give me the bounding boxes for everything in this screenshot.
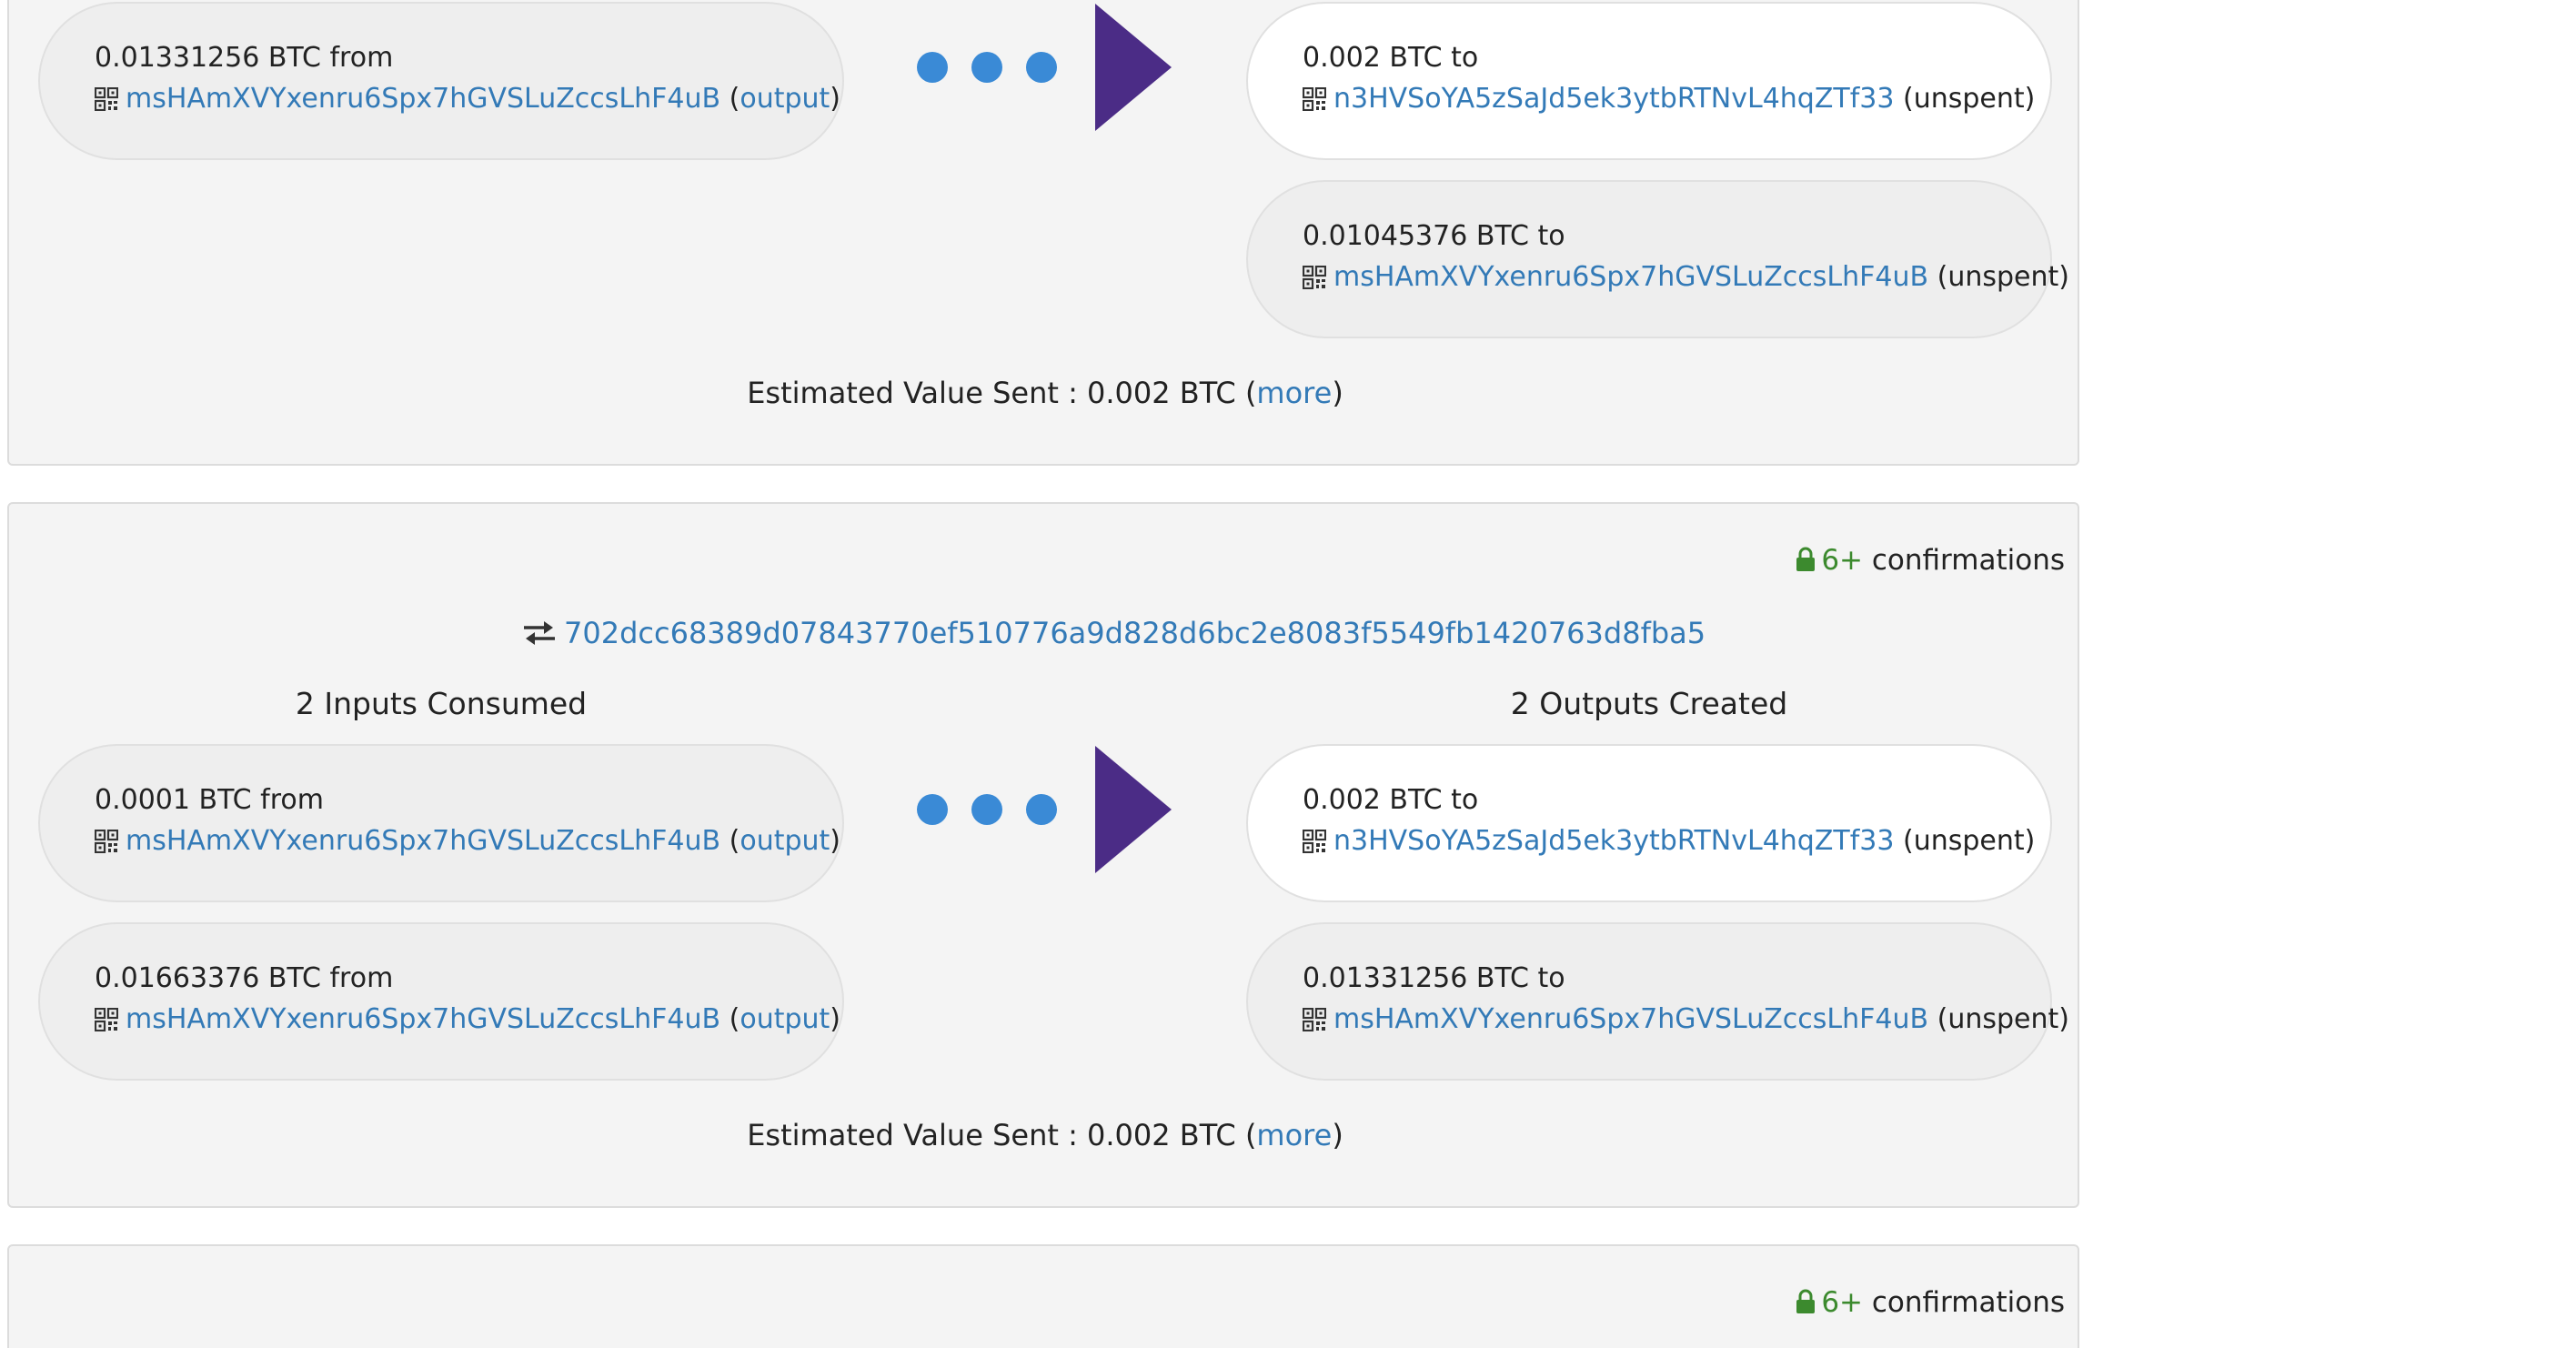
exchange-arrows-icon (524, 621, 555, 645)
output-item: 0.01045376 BTC to msHAmXVYxenru6Spx7hGVS… (1246, 180, 2069, 338)
transaction-id-link[interactable]: 702dcc68389d07843770ef510776a9d828d6bc2e… (564, 616, 1706, 650)
estimated-value: 0.002 BTC (1087, 1118, 1236, 1152)
output-address-link[interactable]: n3HVSoYA5zSaJd5ek3ytbRTNvL4hqZTf33 (1333, 83, 1894, 115)
more-link[interactable]: more (1256, 376, 1332, 410)
confirmations-count: 6+ (1821, 1286, 1864, 1319)
input-output-link[interactable]: output (740, 1003, 830, 1035)
input-address-line: msHAmXVYxenru6Spx7hGVSLuZccsLhF4uB (outp… (95, 821, 840, 861)
output-item: 0.002 BTC to n3HVSoYA5zSaJd5ek3ytbRTNvL4… (1246, 744, 2052, 902)
qr-code-icon[interactable] (1303, 87, 1326, 111)
output-amount-line: 0.002 BTC to (1303, 780, 1478, 820)
estimated-value-sent: Estimated Value Sent : 0.002 BTC (more) (747, 1118, 1343, 1152)
output-to-word: to (1451, 42, 1479, 74)
output-to-word: to (1451, 784, 1479, 816)
output-to-word: to (1537, 220, 1565, 252)
confirmations-badge: 6+ confirmations (1796, 1283, 2065, 1323)
more-link[interactable]: more (1256, 1118, 1332, 1152)
input-address-line: msHAmXVYxenru6Spx7hGVSLuZccsLhF4uB (outp… (95, 79, 840, 119)
input-amount-line: 0.01331256 BTC from (95, 38, 393, 78)
output-address-link[interactable]: msHAmXVYxenru6Spx7hGVSLuZccsLhF4uB (1333, 1003, 1928, 1035)
input-address-link[interactable]: msHAmXVYxenru6Spx7hGVSLuZccsLhF4uB (126, 1003, 720, 1035)
estimated-label: Estimated Value Sent : (747, 376, 1078, 410)
output-amount-line: 0.01331256 BTC to (1303, 959, 1565, 999)
input-address-link[interactable]: msHAmXVYxenru6Spx7hGVSLuZccsLhF4uB (126, 83, 720, 115)
input-amount: 0.0001 BTC (95, 784, 252, 816)
qr-code-icon[interactable] (95, 87, 118, 111)
input-amount-line: 0.0001 BTC from (95, 780, 324, 820)
output-status: (unspent) (1903, 825, 2036, 857)
lock-icon (1796, 547, 1816, 571)
output-amount-line: 0.01045376 BTC to (1303, 216, 1565, 257)
input-output-link[interactable]: output (740, 83, 830, 115)
input-amount: 0.01663376 BTC (95, 962, 321, 994)
confirmations-count: 6+ (1821, 544, 1864, 577)
output-amount: 0.01045376 BTC (1303, 220, 1529, 252)
input-address-line: msHAmXVYxenru6Spx7hGVSLuZccsLhF4uB (outp… (95, 1000, 840, 1040)
output-to-word: to (1537, 962, 1565, 994)
output-address-line: n3HVSoYA5zSaJd5ek3ytbRTNvL4hqZTf33 (unsp… (1303, 79, 2035, 119)
output-item: 0.01331256 BTC to msHAmXVYxenru6Spx7hGVS… (1246, 922, 2069, 1081)
input-item: 0.01331256 BTC from msHAmXVYxenru6Spx7hG… (38, 2, 844, 160)
output-address-link[interactable]: n3HVSoYA5zSaJd5ek3ytbRTNvL4hqZTf33 (1333, 825, 1894, 857)
qr-code-icon[interactable] (1303, 266, 1326, 289)
confirmations-label: confirmations (1871, 544, 2065, 577)
confirmations-label: confirmations (1871, 1286, 2065, 1319)
output-address-line: msHAmXVYxenru6Spx7hGVSLuZccsLhF4uB (unsp… (1303, 1000, 2069, 1040)
output-address-link[interactable]: msHAmXVYxenru6Spx7hGVSLuZccsLhF4uB (1333, 261, 1928, 293)
estimated-label: Estimated Value Sent : (747, 1118, 1078, 1152)
flow-arrow-icon (917, 4, 1181, 131)
output-amount: 0.002 BTC (1303, 42, 1443, 74)
flow-arrow-icon (917, 746, 1181, 873)
output-amount-line: 0.002 BTC to (1303, 38, 1478, 78)
qr-code-icon[interactable] (1303, 1008, 1326, 1031)
input-from-word: from (329, 962, 394, 994)
qr-code-icon[interactable] (95, 1008, 118, 1031)
qr-code-icon[interactable] (95, 830, 118, 853)
estimated-value: 0.002 BTC (1087, 376, 1236, 410)
output-status: (unspent) (1903, 83, 2036, 115)
input-amount: 0.01331256 BTC (95, 42, 321, 74)
input-from-word: from (260, 784, 324, 816)
qr-code-icon[interactable] (1303, 830, 1326, 853)
transaction-panel: 0.01331256 BTC from msHAmXVYxenru6Spx7hG… (7, 0, 2079, 466)
transactions-page: 0.01331256 BTC from msHAmXVYxenru6Spx7hG… (0, 0, 2576, 1348)
input-item: 0.0001 BTC from msHAmXVYxenru6Spx7hGVSLu… (38, 744, 844, 902)
transaction-id: 702dcc68389d07843770ef510776a9d828d6bc2e… (522, 613, 1706, 653)
estimated-value-sent: Estimated Value Sent : 0.002 BTC (more) (747, 376, 1343, 410)
transaction-panel: 6+ confirmations (7, 1244, 2079, 1348)
output-status: (unspent) (1937, 1003, 2069, 1035)
transaction-panel: 6+ confirmations 702dcc68389d07843770ef5… (7, 502, 2079, 1208)
outputs-header: 2 Outputs Created (1510, 686, 1788, 721)
output-address-line: n3HVSoYA5zSaJd5ek3ytbRTNvL4hqZTf33 (unsp… (1303, 821, 2035, 861)
output-amount: 0.002 BTC (1303, 784, 1443, 816)
input-amount-line: 0.01663376 BTC from (95, 959, 393, 999)
input-address-link[interactable]: msHAmXVYxenru6Spx7hGVSLuZccsLhF4uB (126, 825, 720, 857)
output-address-line: msHAmXVYxenru6Spx7hGVSLuZccsLhF4uB (unsp… (1303, 257, 2069, 297)
input-output-link[interactable]: output (740, 825, 830, 857)
output-amount: 0.01331256 BTC (1303, 962, 1529, 994)
lock-icon (1796, 1289, 1816, 1313)
confirmations-badge: 6+ confirmations (1796, 540, 2065, 580)
inputs-header: 2 Inputs Consumed (295, 686, 588, 721)
output-status: (unspent) (1937, 261, 2069, 293)
output-item: 0.002 BTC to n3HVSoYA5zSaJd5ek3ytbRTNvL4… (1246, 2, 2052, 160)
input-item: 0.01663376 BTC from msHAmXVYxenru6Spx7hG… (38, 922, 844, 1081)
input-from-word: from (329, 42, 394, 74)
